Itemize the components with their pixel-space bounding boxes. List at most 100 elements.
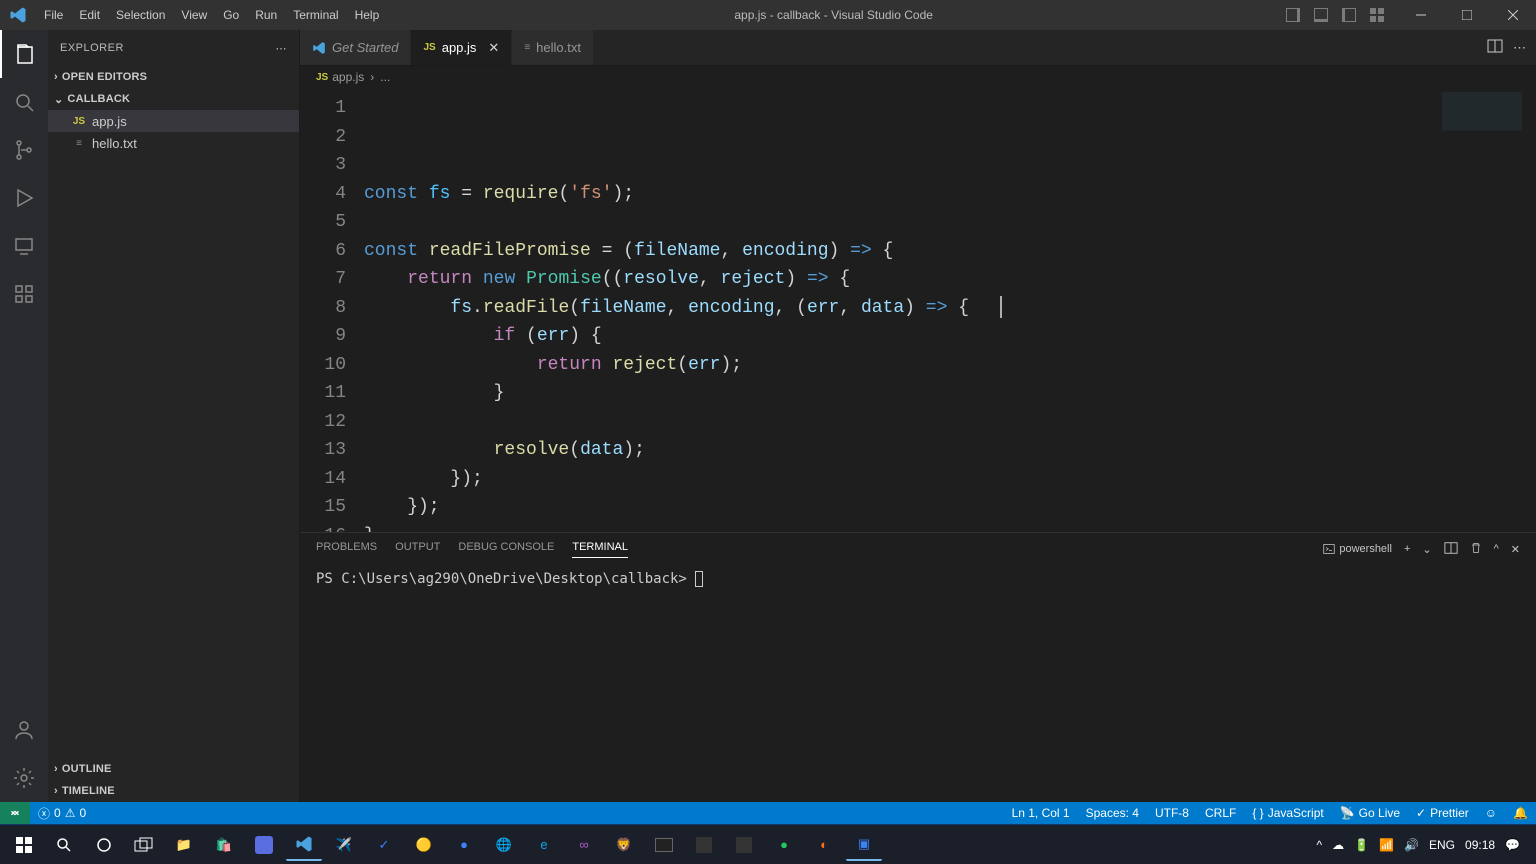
encoding[interactable]: UTF-8: [1147, 802, 1197, 824]
menu-view[interactable]: View: [173, 0, 215, 30]
more-actions-icon[interactable]: ⋯: [1513, 40, 1526, 56]
volume-icon[interactable]: 🔊: [1404, 838, 1419, 852]
editor-tab[interactable]: ≡hello.txt: [512, 30, 594, 65]
task-view-icon[interactable]: [126, 829, 162, 861]
battery-icon[interactable]: 🔋: [1354, 838, 1369, 852]
panel-tab-debug-console[interactable]: DEBUG CONSOLE: [458, 541, 554, 558]
todo-icon[interactable]: ✓: [366, 829, 402, 861]
new-terminal-icon[interactable]: +: [1404, 543, 1410, 555]
notifications-icon[interactable]: 🔔: [1505, 802, 1536, 824]
editor-tab[interactable]: JSapp.js✕: [411, 30, 512, 65]
clock[interactable]: 09:18: [1465, 838, 1495, 852]
menu-terminal[interactable]: Terminal: [285, 0, 346, 30]
folder-section[interactable]: ⌄ CALLBACK: [48, 88, 299, 110]
close-button[interactable]: [1490, 0, 1536, 30]
telegram-icon[interactable]: ✈️: [326, 829, 362, 861]
maximize-button[interactable]: [1444, 0, 1490, 30]
input-language[interactable]: ENG: [1429, 838, 1455, 852]
action-center-icon[interactable]: 💬: [1505, 838, 1520, 852]
breadcrumb[interactable]: JS app.js › ...: [300, 66, 1536, 88]
taskbar-app-icon[interactable]: [246, 829, 282, 861]
eol[interactable]: CRLF: [1197, 802, 1244, 824]
tray-chevron-icon[interactable]: ^: [1317, 838, 1323, 852]
maximize-panel-icon[interactable]: ^: [1494, 543, 1499, 555]
menu-run[interactable]: Run: [247, 0, 285, 30]
cursor-position[interactable]: Ln 1, Col 1: [1004, 802, 1078, 824]
onedrive-icon[interactable]: ☁: [1332, 838, 1344, 852]
menu-edit[interactable]: Edit: [71, 0, 108, 30]
cortana-icon[interactable]: [86, 829, 122, 861]
chrome-icon[interactable]: 🟡: [406, 829, 442, 861]
toggle-panel-left-icon[interactable]: [1280, 0, 1306, 30]
editor-tab[interactable]: Get Started: [300, 30, 411, 65]
edge-icon[interactable]: e: [526, 829, 562, 861]
terminal[interactable]: PS C:\Users\ag290\OneDrive\Desktop\callb…: [300, 565, 1536, 802]
menu-file[interactable]: File: [36, 0, 71, 30]
split-editor-icon[interactable]: [1487, 38, 1503, 57]
remote-explorer-icon[interactable]: [0, 222, 48, 270]
accounts-icon[interactable]: [0, 706, 48, 754]
file-item[interactable]: ≡hello.txt: [48, 132, 299, 154]
check-icon: ✓: [1416, 806, 1426, 820]
taskbar-app-icon[interactable]: [686, 829, 722, 861]
menu-bar: FileEditSelectionViewGoRunTerminalHelp: [36, 0, 387, 30]
panel-tab-problems[interactable]: PROBLEMS: [316, 541, 377, 558]
prettier-status[interactable]: ✓Prettier: [1408, 802, 1477, 824]
code-area[interactable]: const fs = require('fs'); const readFile…: [364, 88, 1536, 532]
window-title: app.js - callback - Visual Studio Code: [387, 8, 1280, 22]
terminal-dropdown-icon[interactable]: ⌄: [1422, 543, 1431, 556]
brave-icon[interactable]: 🦁: [606, 829, 642, 861]
start-button[interactable]: [6, 829, 42, 861]
customize-layout-icon[interactable]: [1364, 0, 1390, 30]
visual-studio-icon[interactable]: ∞: [566, 829, 602, 861]
run-debug-icon[interactable]: [0, 174, 48, 222]
minimize-button[interactable]: [1398, 0, 1444, 30]
timeline-section[interactable]: › TIMELINE: [48, 780, 299, 802]
language-mode[interactable]: { }JavaScript: [1244, 802, 1331, 824]
more-icon[interactable]: ⋯: [276, 42, 288, 55]
errors-warnings[interactable]: ⓧ0 ⚠0: [30, 802, 94, 824]
menu-selection[interactable]: Selection: [108, 0, 173, 30]
panel-tab-terminal[interactable]: TERMINAL: [572, 541, 628, 558]
terminal-profile-label[interactable]: powershell: [1323, 543, 1392, 555]
panel-tab-output[interactable]: OUTPUT: [395, 541, 440, 558]
wifi-icon[interactable]: 📶: [1379, 838, 1394, 852]
file-item[interactable]: JSapp.js: [48, 110, 299, 132]
terminal-app-icon[interactable]: [646, 829, 682, 861]
taskbar-search-icon[interactable]: [46, 829, 82, 861]
explorer-icon[interactable]: [0, 30, 48, 78]
open-editors-section[interactable]: › OPEN EDITORS: [48, 66, 299, 88]
extensions-icon[interactable]: [0, 270, 48, 318]
taskbar-app-icon[interactable]: 🌐: [486, 829, 522, 861]
window-controls: [1398, 0, 1536, 30]
file-explorer-icon[interactable]: 📁: [166, 829, 202, 861]
vscode-taskbar-icon[interactable]: [286, 829, 322, 861]
microsoft-store-icon[interactable]: 🛍️: [206, 829, 242, 861]
explorer-sidebar: EXPLORER ⋯ › OPEN EDITORS ⌄ CALLBACK JSa…: [48, 30, 300, 802]
kill-terminal-icon[interactable]: [1470, 542, 1482, 557]
warning-icon: ⚠: [65, 806, 76, 820]
toggle-panel-right-icon[interactable]: [1336, 0, 1362, 30]
feedback-icon[interactable]: ☺: [1477, 802, 1505, 824]
close-panel-icon[interactable]: ✕: [1511, 543, 1520, 556]
text-cursor: [1000, 296, 1002, 318]
close-tab-icon[interactable]: ✕: [488, 40, 499, 56]
menu-go[interactable]: Go: [215, 0, 247, 30]
go-live[interactable]: 📡Go Live: [1332, 802, 1408, 824]
toggle-panel-bottom-icon[interactable]: [1308, 0, 1334, 30]
editor-body[interactable]: 12345678910111213141516 const fs = requi…: [300, 88, 1536, 532]
snipping-tool-icon[interactable]: ▣: [846, 829, 882, 861]
taskbar-app-icon[interactable]: ●: [766, 829, 802, 861]
indentation[interactable]: Spaces: 4: [1078, 802, 1147, 824]
settings-gear-icon[interactable]: [0, 754, 48, 802]
remote-indicator[interactable]: [0, 802, 30, 824]
source-control-icon[interactable]: [0, 126, 48, 174]
taskbar-app-icon[interactable]: [726, 829, 762, 861]
taskbar-app-icon[interactable]: ◐: [806, 829, 842, 861]
outline-section[interactable]: › OUTLINE: [48, 758, 299, 780]
menu-help[interactable]: Help: [347, 0, 388, 30]
search-icon[interactable]: [0, 78, 48, 126]
split-terminal-icon[interactable]: [1444, 541, 1458, 558]
taskbar-app-icon[interactable]: ●: [446, 829, 482, 861]
minimap[interactable]: [1442, 92, 1522, 156]
